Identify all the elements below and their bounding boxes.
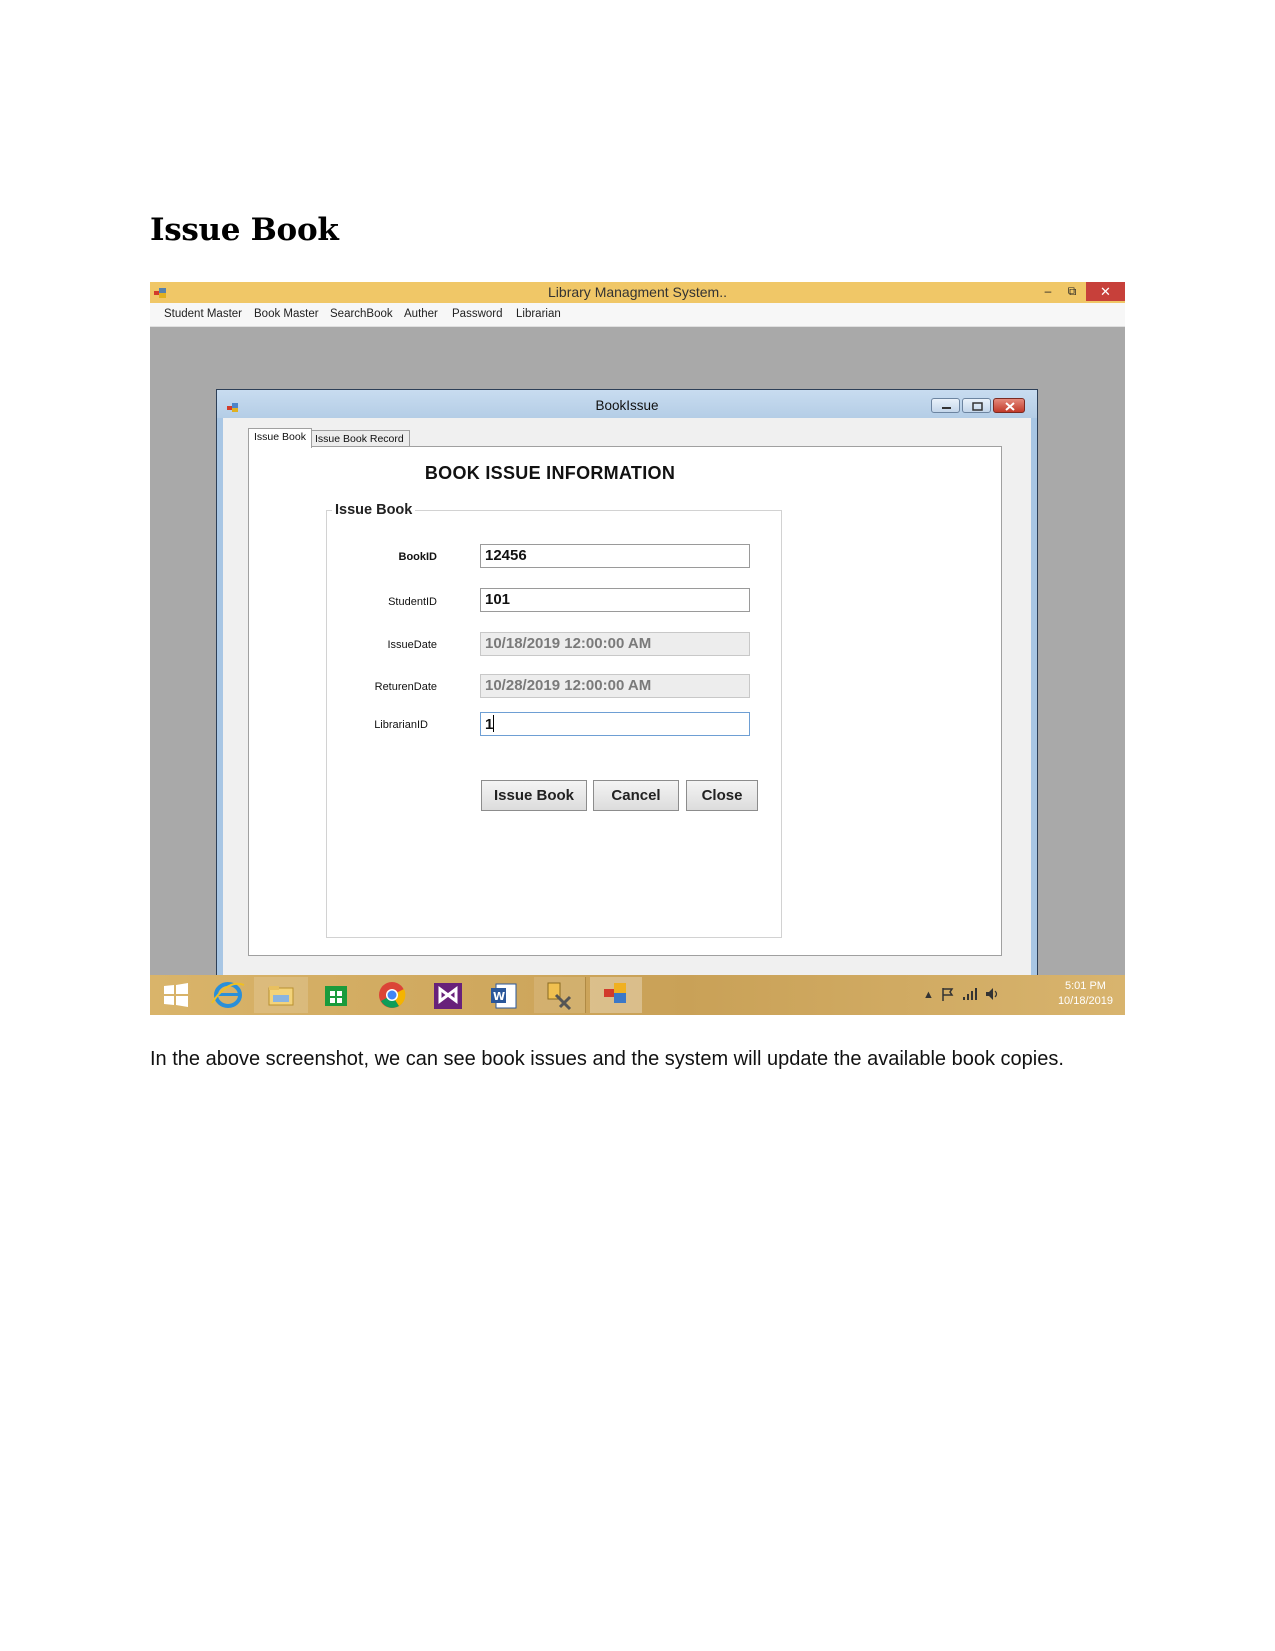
issuedate-field: 10/18/2019 12:00:00 AM (480, 632, 750, 656)
svg-text:W: W (493, 990, 505, 1003)
menu-password[interactable]: Password (452, 308, 503, 320)
close-form-button[interactable]: Close (686, 780, 758, 811)
volume-icon[interactable] (984, 986, 1000, 1005)
restore-button[interactable]: ⧉ (1060, 282, 1084, 301)
issue-book-groupbox: Issue Book BookID 12456 StudentID 101 Is… (326, 502, 782, 938)
menu-librarian[interactable]: Librarian (516, 308, 561, 320)
minimize-button[interactable]: – (1036, 282, 1060, 301)
studentid-label: StudentID (388, 596, 437, 608)
group-title: Issue Book (332, 502, 416, 518)
child-titlebar: BookIssue (217, 390, 1037, 418)
book-issue-window: BookIssue Issue Book Issue Book Record B… (216, 389, 1038, 1001)
close-button[interactable]: ✕ (1086, 282, 1125, 301)
returndate-label: ReturenDate (374, 681, 437, 693)
visual-studio-icon[interactable] (422, 977, 474, 1013)
tools-icon[interactable] (534, 977, 586, 1013)
network-signal-icon[interactable] (962, 986, 978, 1005)
taskbar: W ▲ 5:01 PM 10/18/2019 (150, 975, 1125, 1015)
child-maximize-button[interactable] (962, 398, 991, 413)
chrome-icon[interactable] (366, 977, 418, 1013)
main-window-title: Library Managment System.. (548, 284, 727, 300)
word-icon[interactable]: W (478, 977, 530, 1013)
issue-book-button[interactable]: Issue Book (481, 780, 587, 811)
form-title: BOOK ISSUE INFORMATION (424, 463, 676, 483)
app-screenshot: Library Managment System.. – ⧉ ✕ Student… (150, 282, 1125, 1015)
action-center-flag-icon[interactable] (940, 986, 956, 1005)
bookid-field[interactable]: 12456 (480, 544, 750, 568)
main-titlebar: Library Managment System.. – ⧉ ✕ (150, 282, 1125, 303)
menu-auther[interactable]: Auther (404, 308, 438, 320)
librarianid-value: 1 (485, 716, 494, 733)
librarianid-label: LibrarianID (374, 719, 428, 731)
system-clock[interactable]: 5:01 PM 10/18/2019 (1058, 979, 1113, 1009)
studentid-field[interactable]: 101 (480, 588, 750, 612)
menubar: Student Master Book Master SearchBook Au… (150, 303, 1125, 327)
cancel-button[interactable]: Cancel (593, 780, 679, 811)
returndate-field: 10/28/2019 12:00:00 AM (480, 674, 750, 698)
menu-book-master[interactable]: Book Master (254, 308, 319, 320)
tray-arrow-icon[interactable]: ▲ (923, 989, 934, 1001)
issuedate-label: IssueDate (387, 639, 437, 651)
tab-issue-book[interactable]: Issue Book (248, 428, 312, 448)
clock-time: 5:01 PM (1064, 980, 1106, 992)
document-heading: Issue Book (150, 212, 339, 248)
app-icon[interactable] (590, 977, 642, 1013)
text-cursor (493, 715, 495, 732)
document-caption: In the above screenshot, we can see book… (150, 1048, 1064, 1070)
bookid-label: BookID (398, 551, 438, 563)
internet-explorer-icon[interactable] (202, 977, 254, 1013)
tab-page: BOOK ISSUE INFORMATION Issue Book BookID… (248, 446, 1002, 956)
child-minimize-button[interactable] (931, 398, 960, 413)
child-window-title: BookIssue (595, 398, 659, 413)
menu-search-book[interactable]: SearchBook (330, 308, 393, 320)
file-explorer-icon[interactable] (254, 977, 308, 1013)
mdi-area: BookIssue Issue Book Issue Book Record B… (150, 327, 1125, 1001)
librarianid-field[interactable]: 1 (480, 712, 750, 736)
windows-start-icon[interactable] (150, 977, 202, 1013)
tab-issue-book-record[interactable]: Issue Book Record (309, 430, 410, 447)
menu-student-master[interactable]: Student Master (164, 308, 242, 320)
child-client-area: Issue Book Issue Book Record BOOK ISSUE … (223, 418, 1031, 994)
clock-date: 10/18/2019 (1057, 995, 1113, 1007)
store-icon[interactable] (310, 977, 362, 1013)
child-close-button[interactable] (993, 398, 1025, 413)
